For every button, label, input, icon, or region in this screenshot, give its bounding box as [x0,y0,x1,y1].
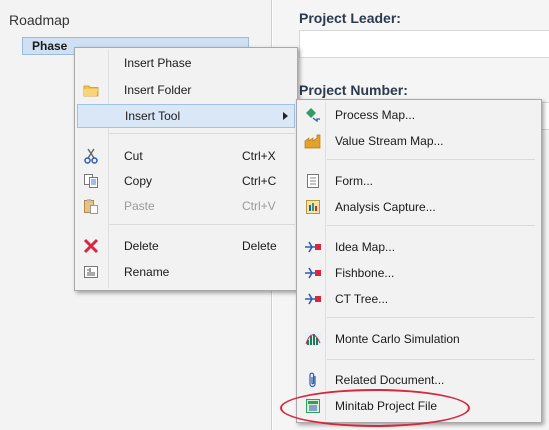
analysis-capture-icon [304,198,322,216]
scissors-icon [82,147,100,165]
menu-item-paste[interactable]: Paste Ctrl+V [77,194,295,218]
context-menu: Insert Phase Insert Folder Insert Tool C… [74,47,298,291]
form-icon [304,172,322,190]
highlight-oval [280,389,470,427]
paperclip-icon [304,371,322,389]
menu-item-related-document[interactable]: Related Document... [299,368,539,392]
menu-separator [327,359,535,360]
menu-item-insert-phase[interactable]: Insert Phase [77,51,295,75]
menu-item-label: Copy [124,174,153,188]
menu-item-delete[interactable]: Delete Delete [77,234,295,258]
menu-item-form[interactable]: Form... [299,169,539,193]
menu-item-insert-tool[interactable]: Insert Tool [77,104,295,128]
project-leader-field[interactable] [299,30,549,58]
copy-icon [82,172,100,190]
menu-item-value-stream-map[interactable]: Value Stream Map... [299,129,539,153]
folder-icon [82,81,100,99]
menu-item-process-map[interactable]: Process Map... [299,103,539,127]
menu-item-insert-folder[interactable]: Insert Folder [77,78,295,102]
factory-icon [304,132,322,150]
menu-item-label: Fishbone... [335,266,395,280]
menu-separator [327,225,535,226]
tree-diagram-icon [304,238,322,256]
menu-item-label: Delete [124,239,159,253]
menu-item-label: Paste [124,199,155,213]
menu-item-copy[interactable]: Copy Ctrl+C [77,169,295,193]
menu-separator [109,133,295,134]
menu-item-label: Form... [335,174,373,188]
rename-icon [82,263,100,281]
menu-item-label: Monte Carlo Simulation [335,332,460,346]
menu-item-label: Process Map... [335,108,416,122]
menu-item-monte-carlo-simulation[interactable]: Monte Carlo Simulation [299,327,539,351]
menu-item-label: Value Stream Map... [335,134,444,148]
delete-x-icon [82,237,100,255]
process-map-icon [304,106,322,124]
monte-carlo-icon [304,330,322,348]
menu-item-shortcut: Ctrl+V [242,199,276,213]
menu-separator [327,317,535,318]
menu-item-label: Analysis Capture... [335,200,436,214]
menu-item-label: Insert Phase [124,56,192,70]
menu-item-shortcut: Ctrl+C [242,174,277,188]
menu-separator [327,159,535,160]
insert-tool-submenu: Process Map... Value Stream Map... Form.… [296,99,542,423]
roadmap-title: Roadmap [9,12,70,28]
menu-item-fishbone[interactable]: Fishbone... [299,261,539,285]
tree-diagram-icon [304,290,322,308]
menu-item-label: Insert Folder [124,83,192,97]
menu-item-label: Rename [124,265,170,279]
menu-item-cut[interactable]: Cut Ctrl+X [77,144,295,168]
menu-item-label: CT Tree... [335,292,389,306]
menu-item-idea-map[interactable]: Idea Map... [299,235,539,259]
project-number-label: Project Number: [299,82,408,98]
menu-item-label: Cut [124,149,143,163]
menu-item-analysis-capture[interactable]: Analysis Capture... [299,195,539,219]
menu-item-rename[interactable]: Rename [77,260,295,284]
tree-diagram-icon [304,264,322,282]
menu-item-label: Idea Map... [335,240,396,254]
submenu-arrow-icon [283,112,288,120]
menu-item-label: Insert Tool [125,109,181,123]
menu-item-label: Related Document... [335,373,445,387]
menu-item-shortcut: Ctrl+X [242,149,276,163]
menu-separator [109,224,295,225]
paste-icon [82,197,100,215]
menu-item-shortcut: Delete [242,239,277,253]
menu-item-ct-tree[interactable]: CT Tree... [299,287,539,311]
project-leader-label: Project Leader: [299,10,401,26]
